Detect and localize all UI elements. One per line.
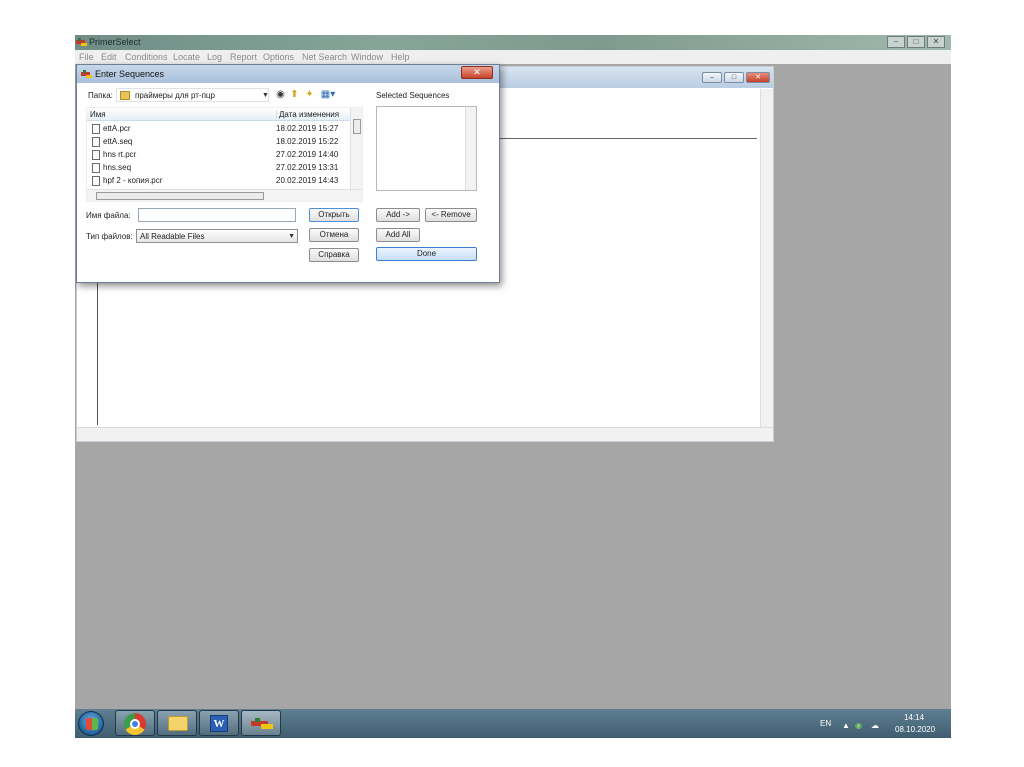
file-name: hns.seq: [103, 163, 132, 172]
file-name: ettA.seq: [103, 137, 133, 146]
menu-locate[interactable]: Locate: [173, 52, 200, 62]
menu-window[interactable]: Window: [351, 52, 383, 62]
filename-input[interactable]: [138, 208, 296, 222]
editor-horizontal-scrollbar[interactable]: [77, 427, 773, 441]
file-name: hpf 2 - копия.pcr: [103, 176, 163, 185]
dialog-title: Enter Sequences: [95, 69, 165, 79]
file-name: ettA.pcr: [103, 124, 131, 133]
done-button[interactable]: Done: [376, 247, 477, 261]
file-list-horizontal-scrollbar[interactable]: [87, 189, 362, 201]
help-button[interactable]: Справка: [309, 248, 359, 262]
filetype-value: All Readable Files: [140, 232, 205, 241]
filetype-select[interactable]: All Readable Files ▼: [136, 229, 298, 243]
windows-logo-icon: [86, 718, 98, 730]
file-row[interactable]: hns.seq 27.02.2019 13:31: [87, 162, 351, 175]
scrollbar-thumb[interactable]: [96, 192, 264, 200]
desktop-screen: PrimerSelect – □ ✕ File Edit Conditions …: [75, 35, 951, 738]
file-date: 27.02.2019 14:40: [276, 150, 339, 159]
cancel-button[interactable]: Отмена: [309, 228, 359, 242]
file-list[interactable]: Имя Дата изменения ettA.pcr 18.02.2019 1…: [86, 107, 363, 202]
menu-report[interactable]: Report: [230, 52, 257, 62]
clock-date[interactable]: 08.10.2020: [895, 725, 935, 734]
file-date: 27.02.2019 13:31: [276, 163, 339, 172]
filetype-dropdown-arrow-icon: ▼: [288, 233, 295, 240]
primerselect-app-icon: [76, 38, 87, 46]
app-minimize-button[interactable]: –: [887, 36, 905, 48]
folder-value: праймеры для рт-пцр: [135, 91, 215, 100]
file-date: 18.02.2019 15:22: [276, 137, 339, 146]
file-row[interactable]: ettA.pcr 18.02.2019 15:27: [87, 123, 351, 136]
explorer-folder-icon: [168, 716, 188, 731]
add-button[interactable]: Add ->: [376, 208, 420, 222]
menu-edit[interactable]: Edit: [101, 52, 117, 62]
enter-sequences-dialog: Enter Sequences ✕ Папка: праймеры для рт…: [76, 64, 500, 283]
up-folder-icon[interactable]: ⬆: [289, 89, 300, 100]
editor-minimize-button[interactable]: –: [702, 72, 722, 83]
start-button[interactable]: [78, 711, 104, 736]
menu-bar: File Edit Conditions Locate Log Report O…: [75, 50, 951, 64]
taskbar-explorer[interactable]: [157, 710, 197, 736]
taskbar-word[interactable]: W: [199, 710, 239, 736]
editor-close-button[interactable]: ✕: [746, 72, 770, 83]
menu-help[interactable]: Help: [391, 52, 410, 62]
editor-maximize-button[interactable]: □: [724, 72, 744, 83]
app-title-bar: PrimerSelect – □ ✕: [75, 35, 951, 50]
remove-button[interactable]: <- Remove: [425, 208, 477, 222]
document-icon: [92, 124, 100, 134]
open-button[interactable]: Открыть: [309, 208, 359, 222]
filetype-label: Тип файлов:: [86, 232, 133, 241]
language-indicator[interactable]: EN: [820, 719, 831, 728]
document-icon: [92, 163, 100, 173]
taskbar-primerselect[interactable]: [241, 710, 281, 736]
folder-label: Папка:: [88, 91, 113, 100]
app-maximize-button[interactable]: □: [907, 36, 925, 48]
file-row[interactable]: hpf 2 - копия.pcr 20.02.2019 14:43: [87, 175, 351, 188]
menu-log[interactable]: Log: [207, 52, 222, 62]
selected-list-scrollbar[interactable]: [465, 107, 476, 190]
view-menu-icon[interactable]: ▦▾: [320, 89, 336, 100]
tray-app-icon[interactable]: ◉: [855, 721, 862, 730]
file-row[interactable]: hns rt.pcr 27.02.2019 14:40: [87, 149, 351, 162]
menu-options[interactable]: Options: [263, 52, 294, 62]
file-name: hns rt.pcr: [103, 150, 137, 159]
primerselect-dialog-icon: [81, 70, 92, 78]
menu-conditions[interactable]: Conditions: [125, 52, 168, 62]
taskbar: W EN ▲ ◉ ☁ 14:14 08.10.2020: [75, 709, 951, 738]
selected-sequences-list[interactable]: [376, 106, 477, 191]
folder-icon: [120, 91, 130, 100]
back-icon[interactable]: ◉: [275, 89, 286, 100]
taskbar-chrome[interactable]: [115, 710, 155, 736]
dialog-title-bar: Enter Sequences ✕: [77, 65, 499, 83]
document-icon: [92, 150, 100, 160]
folder-select[interactable]: праймеры для рт-пцр: [116, 88, 269, 102]
file-date: 18.02.2019 15:27: [276, 124, 339, 133]
file-list-vertical-scrollbar[interactable]: [350, 108, 362, 189]
clock-time[interactable]: 14:14: [904, 713, 924, 722]
app-title: PrimerSelect: [89, 37, 141, 47]
add-all-button[interactable]: Add All: [376, 228, 420, 242]
new-folder-icon[interactable]: ✦: [304, 89, 315, 100]
file-list-header: Имя Дата изменения: [87, 108, 351, 121]
menu-file[interactable]: File: [79, 52, 94, 62]
selected-sequences-label: Selected Sequences: [376, 91, 450, 100]
editor-vertical-scrollbar[interactable]: [760, 89, 773, 427]
document-icon: [92, 176, 100, 186]
file-row[interactable]: ettA.seq 18.02.2019 15:22: [87, 136, 351, 149]
column-name-header[interactable]: Имя: [90, 110, 106, 119]
menu-net-search[interactable]: Net Search: [302, 52, 347, 62]
scrollbar-thumb[interactable]: [353, 119, 361, 134]
word-icon: W: [210, 715, 228, 732]
file-date: 20.02.2019 14:43: [276, 176, 339, 185]
dialog-close-button[interactable]: ✕: [461, 66, 493, 79]
app-close-button[interactable]: ✕: [927, 36, 945, 48]
primerselect-taskbar-icon: [251, 718, 273, 729]
column-date-header[interactable]: Дата изменения: [276, 110, 339, 119]
document-icon: [92, 137, 100, 147]
filename-label: Имя файла:: [86, 211, 131, 220]
chrome-icon: [124, 713, 146, 735]
network-icon[interactable]: ☁: [871, 721, 879, 730]
show-hidden-icons-icon[interactable]: ▲: [842, 721, 850, 730]
